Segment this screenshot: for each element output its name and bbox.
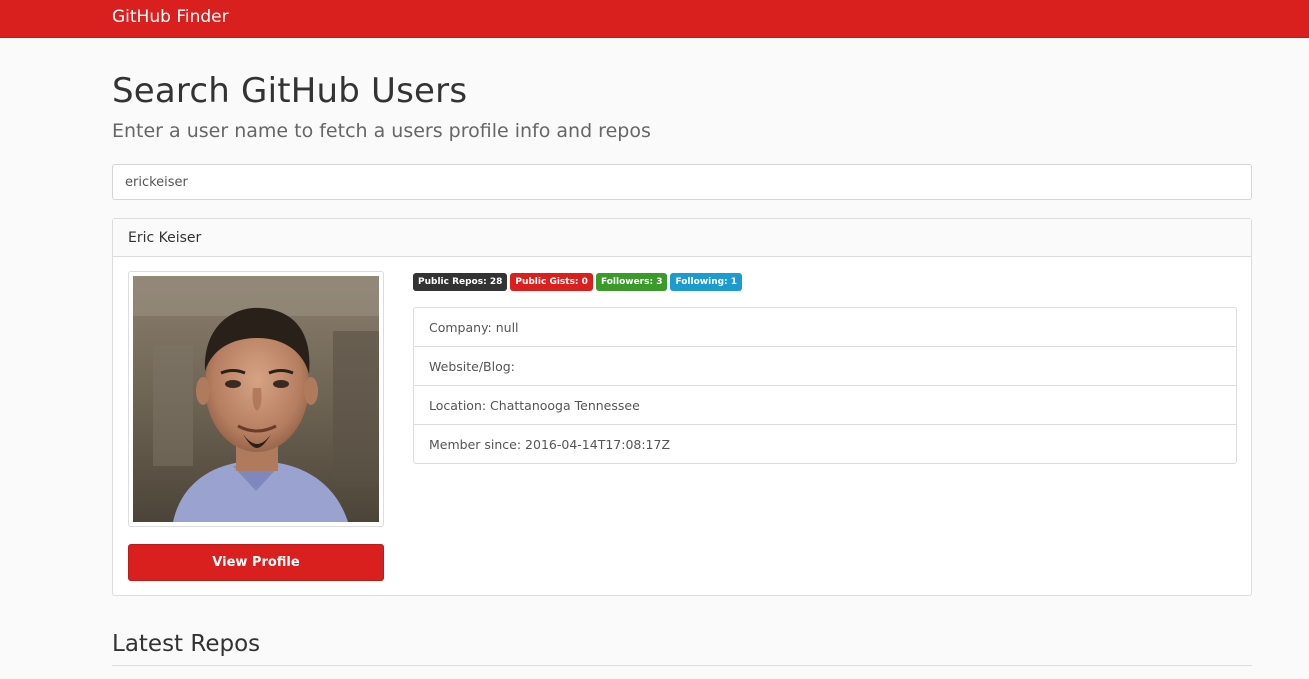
profile-name: Eric Keiser — [113, 219, 1251, 257]
public-gists-badge: Public Gists: 0 — [510, 273, 593, 291]
avatar — [133, 276, 379, 522]
stats-badges: Public Repos: 28 Public Gists: 0 Followe… — [413, 273, 743, 291]
brand-link[interactable]: GitHub Finder — [112, 7, 229, 27]
public-repos-badge: Public Repos: 28 — [413, 273, 508, 291]
location-item: Location: Chattanooga Tennessee — [414, 386, 1236, 425]
navbar: GitHub Finder — [0, 0, 1309, 38]
profile-panel: Eric Keiser View Profile Public Repos: 2… — [112, 218, 1252, 596]
page-subtitle: Enter a user name to fetch a users profi… — [112, 120, 651, 142]
member-since-item: Member since: 2016-04-14T17:08:17Z — [429, 437, 671, 452]
avatar-frame — [128, 271, 384, 527]
followers-badge: Followers: 3 — [595, 273, 668, 291]
company-item: Company: null — [414, 308, 1236, 347]
repos-divider — [112, 665, 1252, 666]
following-badge: Following: 1 — [670, 273, 743, 291]
search-input[interactable] — [112, 164, 1252, 200]
view-profile-button[interactable]: View Profile — [128, 544, 384, 581]
website-item: Website/Blog: — [414, 347, 1236, 386]
page-title: Search GitHub Users — [112, 71, 468, 111]
profile-details-list: Company: null Website/Blog: Location: Ch… — [413, 307, 1237, 464]
latest-repos-heading: Latest Repos — [112, 631, 261, 657]
